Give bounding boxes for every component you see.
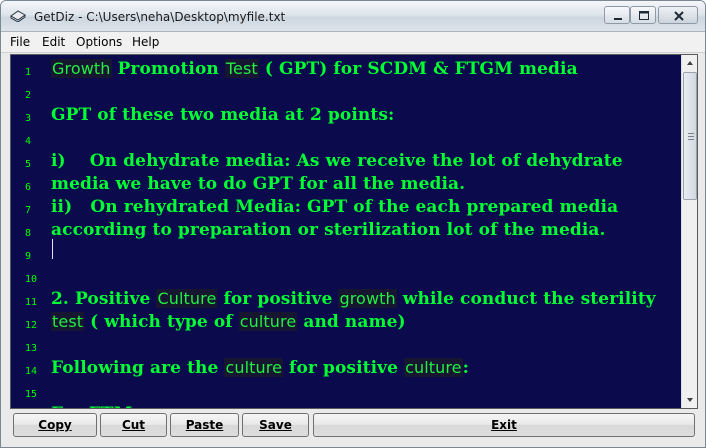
line-number: 9: [25, 251, 32, 262]
menu-help[interactable]: Help: [132, 35, 159, 49]
text-segment: 2. Positive: [51, 289, 157, 309]
text-segment: while conduct the sterility: [396, 289, 656, 309]
highlighted-word: Test: [224, 59, 259, 78]
line-number: 6: [25, 182, 32, 193]
highlighted-word: culture: [224, 358, 284, 377]
chevron-down-icon: [687, 398, 693, 402]
scroll-down-button[interactable]: [682, 391, 697, 408]
paste-button[interactable]: Paste: [170, 413, 239, 437]
menu-options[interactable]: Options: [76, 35, 122, 49]
text-segment: media we have to do GPT for all the medi…: [51, 174, 466, 194]
scrollbar-thumb[interactable]: [683, 72, 697, 200]
text-segment: according to preparation or sterilizatio…: [51, 220, 606, 240]
line-number: 11: [25, 297, 38, 308]
line-number: 5: [25, 159, 32, 170]
text-segment: Following are the: [51, 358, 225, 378]
text-caret: [52, 239, 53, 259]
text-segment: for positive: [283, 358, 405, 378]
text-segment: :: [462, 358, 470, 378]
button-bar: Copy Cut Paste Save Exit: [1, 410, 705, 447]
grip-line: [688, 139, 694, 140]
window-title: GetDiz - C:\Users\neha\Desktop\myfile.tx…: [34, 10, 286, 24]
grip-line: [688, 136, 694, 137]
text-segment: For FTM: [51, 404, 133, 408]
text-line: Following are the culture for positive c…: [51, 358, 469, 378]
text-line: test ( which type of culture and name): [51, 312, 406, 332]
exit-button[interactable]: Exit: [313, 413, 695, 437]
line-number: 12: [25, 320, 38, 331]
highlighted-word: Culture: [156, 289, 218, 308]
text-line: GPT of these two media at 2 points:: [51, 105, 394, 125]
cut-button[interactable]: Cut: [100, 413, 167, 437]
minimize-button[interactable]: [604, 6, 630, 24]
close-button[interactable]: [658, 6, 698, 24]
text-line: Growth Promotion Test ( GPT) for SCDM & …: [51, 59, 578, 79]
vertical-scrollbar[interactable]: [681, 55, 697, 408]
app-window: GetDiz - C:\Users\neha\Desktop\myfile.tx…: [0, 0, 706, 448]
menu-edit[interactable]: Edit: [42, 35, 65, 49]
line-number: 1: [25, 67, 32, 78]
highlighted-word: Growth: [51, 59, 112, 78]
highlighted-word: growth: [338, 289, 397, 308]
highlighted-word: culture: [238, 312, 298, 331]
grip-line: [688, 133, 694, 134]
text-segment: GPT of these two media at 2 points:: [51, 105, 395, 125]
text-line: i) On dehydrate media: As we receive the…: [51, 151, 623, 171]
app-icon: [10, 10, 26, 23]
text-segment: and name): [297, 312, 406, 332]
highlighted-word: culture: [404, 358, 463, 377]
line-number: 13: [25, 343, 38, 354]
text-segment: ( which type of: [84, 312, 239, 332]
line-number: 4: [25, 136, 32, 147]
line-number: 2: [25, 90, 32, 101]
text-segment: for positive: [217, 289, 339, 309]
text-line: For FTM: [51, 404, 133, 408]
minimize-icon: [614, 18, 622, 20]
highlighted-word: test: [51, 312, 85, 331]
text-segment: Promotion: [111, 59, 225, 79]
line-number: 10: [25, 274, 38, 285]
text-segment: ii) On rehydrated Media: GPT of the each…: [51, 197, 619, 217]
save-button[interactable]: Save: [242, 413, 309, 437]
line-number: 14: [25, 366, 38, 377]
line-number: 7: [25, 205, 32, 216]
text-segment: i) On dehydrate media: As we receive the…: [51, 151, 623, 171]
title-bar[interactable]: GetDiz - C:\Users\neha\Desktop\myfile.tx…: [1, 1, 705, 32]
copy-button[interactable]: Copy: [13, 413, 97, 437]
maximize-button[interactable]: [630, 6, 656, 24]
chevron-up-icon: [687, 61, 693, 65]
close-icon: [674, 11, 684, 21]
maximize-icon: [639, 11, 649, 20]
text-line: media we have to do GPT for all the medi…: [51, 174, 465, 194]
line-number: 8: [25, 228, 32, 239]
text-editor[interactable]: 1 2 3 4 5 6 7 8 9 10 11 12 13 14 15 Growth Promotion T…: [10, 54, 698, 409]
text-line: ii) On rehydrated Media: GPT of the each…: [51, 197, 618, 217]
text-line: according to preparation or sterilizatio…: [51, 220, 606, 240]
line-number: 3: [25, 113, 32, 124]
scroll-up-button[interactable]: [682, 55, 697, 72]
text-line: 2. Positive Culture for positive growth …: [51, 289, 656, 309]
line-number: 15: [25, 389, 38, 400]
text-segment: ( GPT) for SCDM & FTGM media: [258, 59, 578, 79]
menu-file[interactable]: File: [10, 35, 30, 49]
menu-bar: File Edit Options Help: [1, 32, 705, 53]
